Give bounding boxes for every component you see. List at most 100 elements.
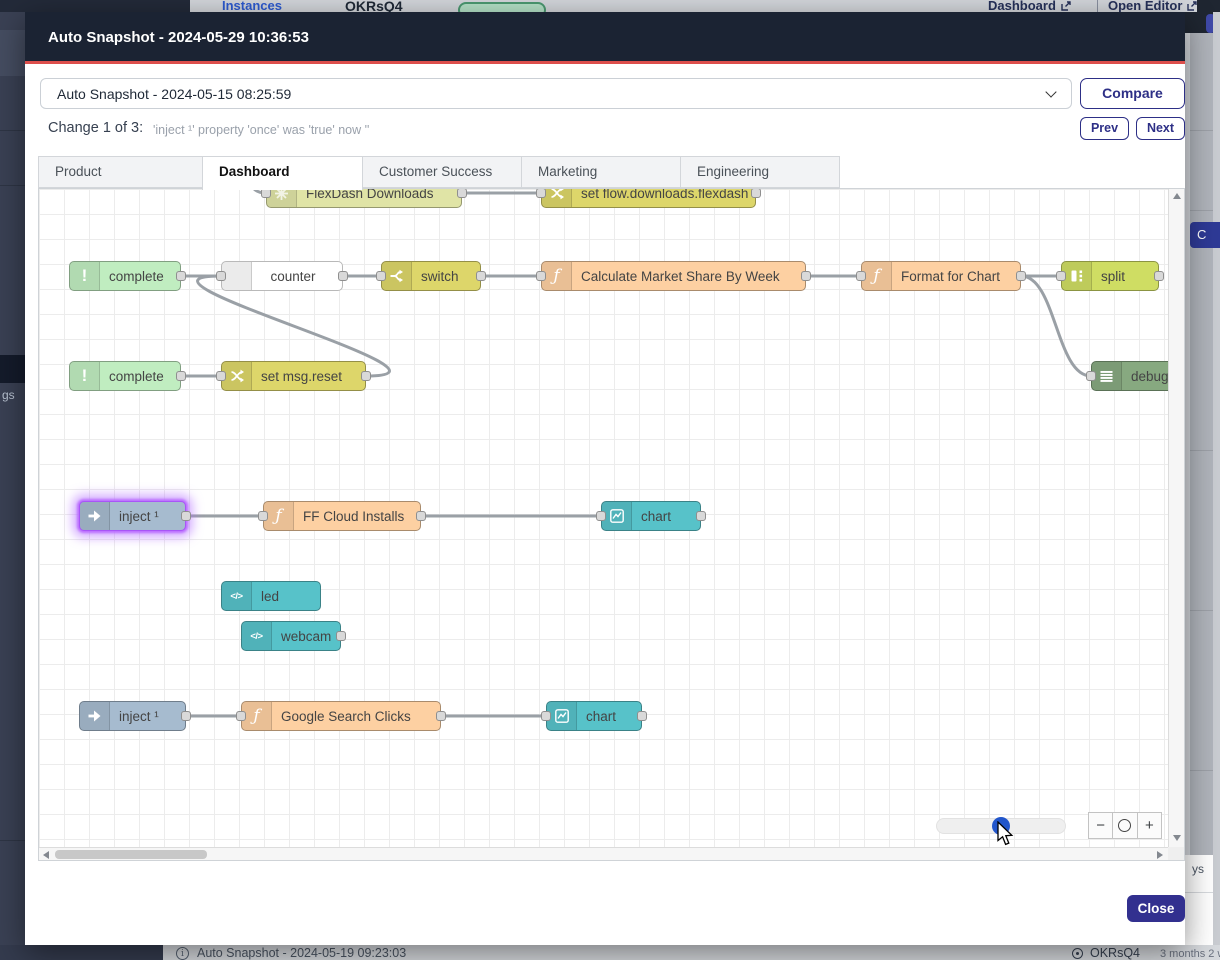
port-in[interactable]	[596, 511, 606, 521]
port-in[interactable]	[376, 271, 386, 281]
dashboard-link[interactable]: Dashboard	[988, 0, 1071, 12]
port-in[interactable]	[236, 711, 246, 721]
tab-marketing[interactable]: Marketing	[521, 156, 681, 188]
port-in[interactable]	[536, 271, 546, 281]
port-out[interactable]	[1016, 271, 1026, 281]
port-out[interactable]	[637, 711, 647, 721]
code-icon: </>	[222, 582, 252, 610]
node-inject[interactable]: inject ¹	[79, 701, 186, 731]
snapshot-select-value: Auto Snapshot - 2024-05-15 08:25:59	[57, 79, 291, 110]
node-webcam[interactable]: </>webcam	[241, 621, 341, 651]
port-out[interactable]	[416, 511, 426, 521]
node-led[interactable]: </>led	[221, 581, 321, 611]
port-in[interactable]	[216, 371, 226, 381]
tab-product[interactable]: Product	[38, 156, 203, 188]
canvas-horizontal-scrollbar[interactable]	[39, 847, 1168, 860]
port-out[interactable]	[181, 511, 191, 521]
flow-area[interactable]: FlexDash Downloads set flow.downloads.fle…	[39, 189, 1168, 847]
node-debug[interactable]: debug	[1091, 361, 1168, 391]
node-split[interactable]: split	[1061, 261, 1159, 291]
scroll-left-arrow[interactable]	[43, 851, 49, 859]
node-complete[interactable]: !complete	[69, 261, 181, 291]
port-out[interactable]	[176, 271, 186, 281]
flow-canvas[interactable]: FlexDash Downloads set flow.downloads.fle…	[38, 188, 1185, 861]
dialog-header: Auto Snapshot - 2024-05-29 10:36:53	[25, 12, 1185, 64]
port-out[interactable]	[696, 511, 706, 521]
port-out[interactable]	[361, 371, 371, 381]
circle-icon	[1118, 819, 1131, 832]
node-label: inject ¹	[110, 509, 185, 524]
port-out[interactable]	[338, 271, 348, 281]
compare-button[interactable]: Compare	[1080, 78, 1185, 109]
port-in[interactable]	[258, 511, 268, 521]
tab-engineering[interactable]: Engineering	[680, 156, 840, 188]
sidebar-divider	[0, 130, 25, 131]
open-editor-link[interactable]: Open Editor	[1108, 0, 1197, 12]
port-out[interactable]	[436, 711, 446, 721]
rail-line	[1190, 210, 1213, 211]
node-counter[interactable]: counter	[221, 261, 343, 291]
asterisk-icon	[267, 189, 297, 207]
port-out[interactable]	[476, 271, 486, 281]
node-switch[interactable]: switch	[381, 261, 481, 291]
port-out[interactable]	[336, 631, 346, 641]
node-format-for-chart[interactable]: ƒFormat for Chart	[861, 261, 1021, 291]
node-flexdash-downloads[interactable]: FlexDash Downloads	[266, 189, 462, 208]
rail-line	[1190, 610, 1213, 611]
node-complete[interactable]: !complete	[69, 361, 181, 391]
external-link-icon	[1187, 0, 1197, 12]
tab-customer-success[interactable]: Customer Success	[362, 156, 522, 188]
node-set-flow-downloads-flexdash[interactable]: set flow.downloads.flexdash	[541, 189, 756, 208]
node-google-search-clicks[interactable]: ƒGoogle Search Clicks	[241, 701, 441, 731]
port-in[interactable]	[541, 711, 551, 721]
sidebar-item-active[interactable]	[0, 355, 25, 383]
port-out[interactable]	[457, 189, 467, 198]
zoom-reset-button[interactable]	[1112, 813, 1136, 838]
canvas-vertical-scrollbar[interactable]	[1168, 189, 1184, 847]
sidebar-divider	[0, 185, 25, 186]
port-out[interactable]	[1154, 271, 1164, 281]
breadcrumb-instances[interactable]: Instances	[222, 0, 282, 12]
node-inject[interactable]: inject ¹	[79, 501, 186, 531]
chevron-down-icon	[1045, 86, 1056, 97]
port-in[interactable]	[1086, 371, 1096, 381]
node-label: switch	[412, 269, 480, 284]
scroll-down-arrow[interactable]	[1173, 835, 1181, 841]
page-scrollbar[interactable]	[1190, 33, 1213, 855]
node-label: FF Cloud Installs	[294, 509, 420, 524]
scroll-right-arrow[interactable]	[1157, 851, 1163, 859]
prev-button[interactable]: Prev	[1080, 117, 1129, 140]
flow-tabs: Product Dashboard Customer Success Marke…	[38, 156, 1178, 190]
port-out[interactable]	[751, 189, 761, 198]
compare-badge-partial[interactable]: C	[1190, 222, 1220, 248]
tab-dashboard[interactable]: Dashboard	[202, 156, 363, 190]
change-counter-label: Change 1 of 3:	[48, 120, 143, 136]
port-in[interactable]	[261, 189, 271, 198]
port-out[interactable]	[176, 371, 186, 381]
change-icon	[542, 189, 572, 207]
snapshot-select[interactable]: Auto Snapshot - 2024-05-15 08:25:59	[40, 78, 1072, 109]
port-out[interactable]	[181, 711, 191, 721]
zoom-in-button[interactable]: +	[1137, 813, 1161, 838]
scrollbar-thumb[interactable]	[55, 850, 207, 859]
node-set-msg-reset[interactable]: set msg.reset	[221, 361, 366, 391]
close-button[interactable]: Close	[1127, 895, 1185, 922]
rail-line	[1190, 450, 1213, 451]
node-label: set flow.downloads.flexdash	[572, 189, 755, 201]
info-icon: i	[176, 947, 189, 960]
port-out[interactable]	[801, 271, 811, 281]
scroll-up-arrow[interactable]	[1173, 193, 1181, 199]
node-calculate-market-share-by-week[interactable]: ƒCalculate Market Share By Week	[541, 261, 806, 291]
zoom-out-button[interactable]: −	[1089, 813, 1112, 838]
port-in[interactable]	[536, 189, 546, 198]
sidebar-item-highlight[interactable]	[0, 30, 25, 76]
next-button[interactable]: Next	[1136, 117, 1185, 140]
port-in[interactable]	[216, 271, 226, 281]
node-ff-cloud-installs[interactable]: ƒFF Cloud Installs	[263, 501, 421, 531]
node-label: complete	[100, 269, 180, 284]
port-in[interactable]	[1056, 271, 1066, 281]
node-chart[interactable]: chart	[601, 501, 701, 531]
node-label: webcam	[272, 629, 340, 644]
port-in[interactable]	[856, 271, 866, 281]
node-chart[interactable]: chart	[546, 701, 642, 731]
